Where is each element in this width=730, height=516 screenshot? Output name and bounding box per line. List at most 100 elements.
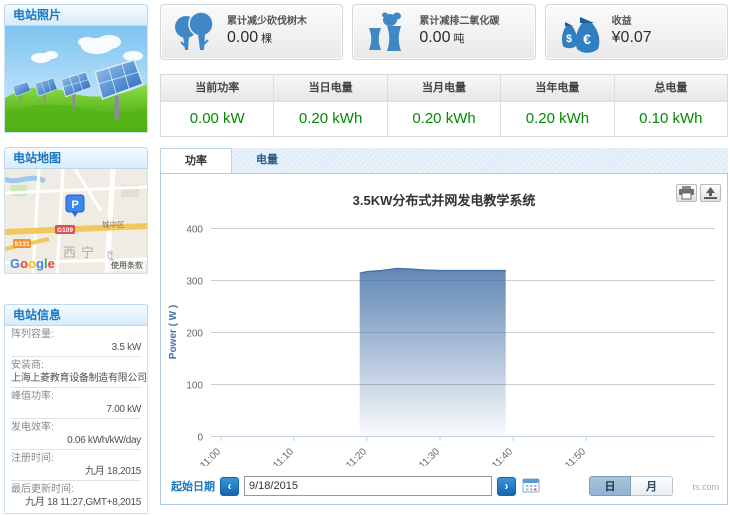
svg-text:300: 300: [186, 277, 203, 288]
info-label: 注册时间:: [11, 453, 141, 465]
chart-section: 功率 电量 3.5KW分布式并网发电教学系统: [160, 148, 728, 505]
date-input[interactable]: [244, 476, 492, 496]
stat-value: 0.20 kWh: [501, 102, 613, 136]
info-panel: 电站信息 阵列容量: 3.5 kW 安装商: 上海上菱教育设备制造有限公司 峰值…: [4, 304, 148, 514]
start-date-label: 起始日期: [171, 478, 215, 494]
euro-glyph: €: [583, 31, 591, 47]
info-panel-header: 电站信息: [4, 304, 148, 326]
chart-watermark: ts.com: [692, 482, 719, 492]
info-row-installer: 安装商: 上海上菱教育设备制造有限公司: [11, 357, 141, 388]
stat-value: 0.10 kWh: [615, 102, 727, 136]
eco-card-label: 累计减排二氧化碳: [419, 15, 499, 28]
stat-value: 0.20 kWh: [388, 102, 500, 136]
chart-tabs: 功率 电量: [160, 148, 728, 173]
map-panel-header: 电站地图: [4, 147, 148, 169]
print-button[interactable]: [676, 184, 697, 202]
trees-saved-card: 累计减少砍伐树木 0.00棵: [160, 4, 343, 60]
svg-text:11:00: 11:00: [198, 446, 223, 466]
svg-text:11:10: 11:10: [271, 446, 296, 466]
svg-text:200: 200: [186, 329, 203, 340]
dollar-glyph: $: [566, 33, 572, 45]
info-label: 安装商:: [11, 360, 141, 372]
tab-energy[interactable]: 电量: [232, 148, 302, 173]
info-panel-title: 电站信息: [13, 308, 61, 322]
info-row-registered: 注册时间: 九月 18,2015: [11, 450, 141, 481]
calendar-button[interactable]: [521, 477, 541, 495]
revenue-card: $ € 收益 ¥0.07: [545, 4, 728, 60]
stat-header: 总电量: [615, 75, 727, 102]
map-panel: 电站地图: [4, 147, 148, 274]
eco-card-value: 0.00棵: [227, 28, 307, 49]
eco-card-value: 0.00吨: [419, 28, 499, 49]
map-terms-link[interactable]: 使用条款: [109, 260, 145, 271]
eco-card-label: 累计减少砍伐树木: [227, 15, 307, 28]
stat-current-power: 当前功率 0.00 kW: [161, 75, 273, 136]
tab-power[interactable]: 功率: [160, 148, 232, 173]
eco-card-value: ¥0.07: [612, 28, 655, 49]
info-value: 0.06 kWh/kW/day: [11, 434, 141, 447]
eco-cards-row: 累计减少砍伐树木 0.00棵 累计减排二氧化碳 0.00吨: [160, 4, 728, 60]
pv-dashboard: 电站照片: [0, 0, 730, 516]
main-area: 累计减少砍伐树木 0.00棵 累计减排二氧化碳 0.00吨: [160, 4, 728, 516]
info-row-capacity: 阵列容量: 3.5 kW: [11, 326, 141, 357]
eco-card-label: 收益: [612, 15, 655, 28]
svg-text:Power ( W ): Power ( W ): [168, 305, 179, 359]
calendar-icon: [522, 477, 540, 493]
svg-text:11:20: 11:20: [344, 446, 369, 466]
trees-icon: [171, 10, 217, 54]
photo-panel-title: 电站照片: [13, 8, 61, 22]
eco-card-unit: 棵: [261, 33, 272, 45]
svg-text:0: 0: [197, 433, 203, 444]
stat-header: 当月电量: [388, 75, 500, 102]
info-label: 最后更新时间:: [11, 484, 141, 496]
export-icon: [702, 186, 719, 200]
stat-daily-energy: 当日电量 0.20 kWh: [273, 75, 386, 136]
eco-card-unit: 吨: [453, 33, 464, 45]
info-value: 九月 18 11:27,GMT+8,2015: [11, 496, 141, 509]
info-row-peak-power: 峰值功率: 7.00 kW: [11, 388, 141, 419]
stat-header: 当年电量: [501, 75, 613, 102]
station-map[interactable]: G109 S131 城中区 北大街 西宁 P G: [4, 169, 148, 274]
map-panel-title: 电站地图: [13, 151, 61, 165]
map-overlay: Google 使用条款: [5, 169, 147, 273]
info-row-last-update: 最后更新时间: 九月 18 11:27,GMT+8,2015: [11, 481, 141, 511]
stat-header: 当日电量: [274, 75, 386, 102]
stat-yearly-energy: 当年电量 0.20 kWh: [500, 75, 613, 136]
chart-toolbar: [676, 184, 721, 202]
stat-total-energy: 总电量 0.10 kWh: [614, 75, 727, 136]
range-toggle: 日 月: [589, 476, 673, 496]
svg-text:11:30: 11:30: [417, 446, 442, 466]
info-label: 阵列容量:: [11, 329, 141, 341]
money-bags-icon: $ €: [556, 10, 602, 54]
svg-text:100: 100: [186, 381, 203, 392]
info-label: 峰值功率:: [11, 391, 141, 403]
station-photo: [4, 26, 148, 133]
stat-value: 0.20 kWh: [274, 102, 386, 136]
cooling-towers-icon: [363, 10, 409, 54]
day-range-button[interactable]: 日: [589, 476, 631, 496]
export-button[interactable]: [700, 184, 721, 202]
info-value: 7.00 kW: [11, 403, 141, 416]
info-label: 发电效率:: [11, 422, 141, 434]
photo-panel: 电站照片: [4, 4, 148, 133]
left-sidebar: 电站照片: [4, 4, 148, 514]
photo-panel-header: 电站照片: [4, 4, 148, 26]
printer-icon: [678, 186, 695, 200]
info-value: 上海上菱教育设备制造有限公司: [11, 372, 141, 385]
chart-title: 3.5KW分布式并网发电教学系统: [161, 190, 727, 209]
month-range-button[interactable]: 月: [631, 476, 673, 496]
info-value: 3.5 kW: [11, 341, 141, 354]
stat-header: 当前功率: [161, 75, 273, 102]
next-date-button[interactable]: ›: [497, 477, 516, 496]
stat-value: 0.00 kW: [161, 102, 273, 136]
co2-reduced-card: 累计减排二氧化碳 0.00吨: [352, 4, 535, 60]
google-logo[interactable]: Google: [10, 256, 55, 271]
info-value: 九月 18,2015: [11, 465, 141, 478]
info-row-efficiency: 发电效率: 0.06 kWh/kW/day: [11, 419, 141, 450]
svg-text:400: 400: [186, 225, 203, 236]
info-panel-body: 阵列容量: 3.5 kW 安装商: 上海上菱教育设备制造有限公司 峰值功率: 7…: [4, 326, 148, 514]
solar-panels-photo: [5, 26, 147, 132]
stat-monthly-energy: 当月电量 0.20 kWh: [387, 75, 500, 136]
chart-panel: 3.5KW分布式并网发电教学系统: [160, 173, 728, 505]
prev-date-button[interactable]: ‹: [220, 477, 239, 496]
